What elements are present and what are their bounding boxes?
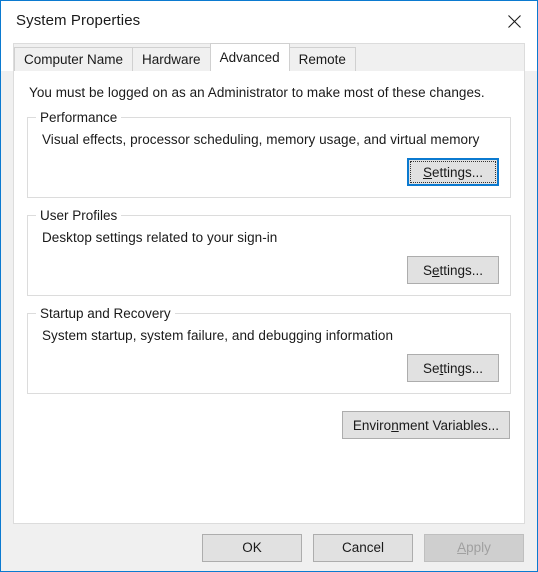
label-post: tings...	[443, 360, 484, 376]
performance-group-label: Performance	[36, 110, 122, 125]
administrator-notice: You must be logged on as an Administrato…	[29, 85, 485, 100]
tab-computer-name[interactable]: Computer Name	[14, 47, 134, 71]
label-post: ettings...	[431, 164, 484, 180]
apply-button: Apply	[424, 533, 524, 562]
label-accel: n	[391, 417, 399, 433]
label-post: pply	[466, 540, 491, 555]
label-accel: A	[457, 540, 467, 555]
startup-recovery-settings-button[interactable]: Se t tings...	[407, 354, 499, 382]
label-accel: e	[431, 262, 440, 278]
label-pre: Se	[422, 360, 440, 376]
system-properties-window: System Properties Computer Name Hardware…	[0, 0, 538, 572]
environment-variables-row: Enviro n ment Variables...	[27, 411, 511, 439]
performance-group: Performance Visual effects, processor sc…	[27, 110, 511, 198]
user-profiles-group-label: User Profiles	[36, 208, 122, 223]
label-pre: OK	[242, 540, 262, 555]
cancel-button[interactable]: Cancel	[313, 533, 413, 562]
label-pre: Cancel	[341, 540, 385, 555]
label-accel: S	[422, 164, 432, 180]
ok-button[interactable]: OK	[202, 533, 302, 562]
close-icon[interactable]	[491, 1, 537, 42]
label-pre: S	[422, 262, 432, 278]
label-pre: Enviro	[352, 417, 392, 433]
label-post: ttings...	[439, 262, 484, 278]
tab-hardware[interactable]: Hardware	[132, 47, 211, 71]
advanced-tab-panel: You must be logged on as an Administrato…	[13, 71, 525, 524]
user-profiles-settings-button[interactable]: Se ttings...	[407, 256, 499, 284]
dialog-button-bar: OK Cancel Apply	[1, 524, 537, 571]
environment-variables-button[interactable]: Enviro n ment Variables...	[341, 411, 510, 439]
startup-recovery-group-label: Startup and Recovery	[36, 306, 175, 321]
tab-strip-container: Computer Name Hardware Advanced Remote	[1, 43, 537, 71]
window-title: System Properties	[16, 12, 141, 29]
user-profiles-button-row: Se ttings...	[39, 256, 499, 284]
startup-recovery-button-row: Se t tings...	[39, 354, 499, 382]
performance-button-row: Settings...	[39, 158, 499, 186]
performance-settings-button[interactable]: Settings...	[407, 158, 499, 186]
user-profiles-group: User Profiles Desktop settings related t…	[27, 208, 511, 296]
tab-remote[interactable]: Remote	[288, 47, 356, 71]
startup-recovery-group: Startup and Recovery System startup, sys…	[27, 306, 511, 394]
tab-advanced[interactable]: Advanced	[209, 43, 290, 71]
title-bar: System Properties	[1, 1, 537, 43]
label-post: ment Variables...	[398, 417, 499, 433]
tab-strip: Computer Name Hardware Advanced Remote	[13, 43, 525, 71]
